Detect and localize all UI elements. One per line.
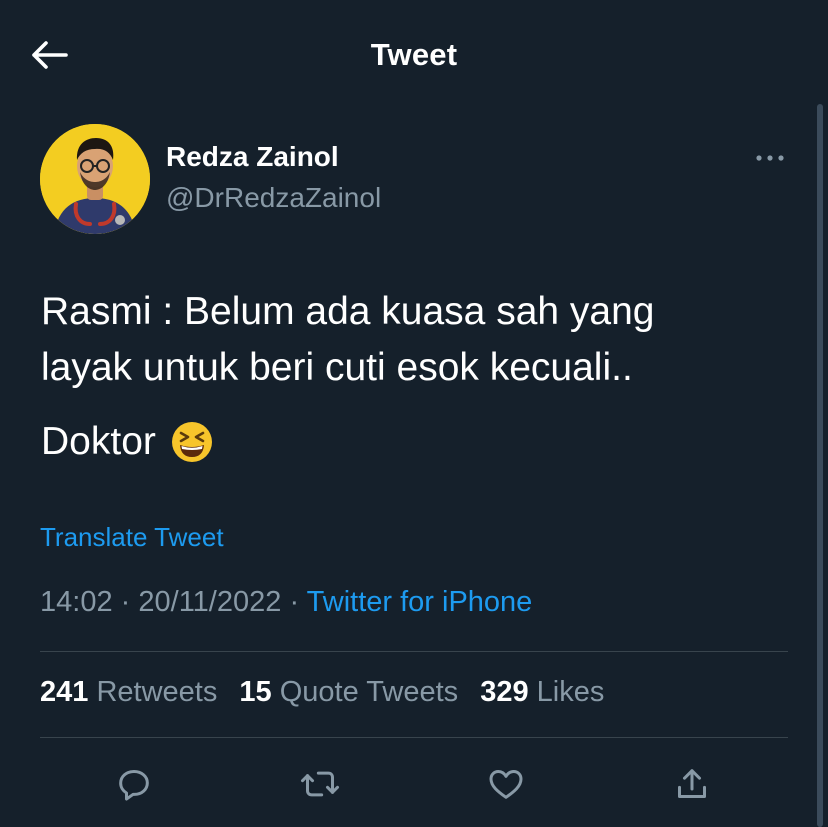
avatar[interactable] <box>40 124 150 234</box>
tweet-time: 14:02 <box>40 586 113 618</box>
tweet-text-line: Doktor <box>41 414 214 470</box>
author-display-name[interactable]: Redza Zainol <box>166 141 339 173</box>
translate-tweet-link[interactable]: Translate Tweet <box>40 522 224 553</box>
retweets-stat[interactable]: 241 Retweets <box>40 676 217 709</box>
more-horizontal-icon <box>756 155 784 161</box>
tweet-text-line: layak untuk beri cuti esok kecuali.. <box>41 346 633 389</box>
tweet-stats: 241 Retweets 15 Quote Tweets 329 Likes <box>40 676 618 709</box>
quote-tweets-label: Quote Tweets <box>279 676 459 708</box>
tweet-date: 20/11/2022 <box>138 586 282 618</box>
top-bar: Tweet <box>0 0 828 110</box>
tweet-text-word: Doktor <box>41 420 156 463</box>
heart-icon <box>489 770 523 799</box>
share-icon <box>678 769 706 798</box>
reply-icon <box>119 770 149 801</box>
scrollbar[interactable] <box>817 104 823 827</box>
likes-label: Likes <box>536 676 605 708</box>
avatar-portrait <box>40 124 150 234</box>
reply-button[interactable] <box>112 762 156 806</box>
retweet-button[interactable] <box>298 762 342 806</box>
retweets-count: 241 <box>40 676 89 708</box>
share-button[interactable] <box>670 762 714 806</box>
quote-tweets-count: 15 <box>239 676 272 708</box>
grinning-squinting-face-icon <box>171 422 212 462</box>
tweet-meta: 14:02 · 20/11/2022 · Twitter for iPhone <box>40 586 532 619</box>
retweet-icon <box>301 771 339 797</box>
divider <box>40 737 788 738</box>
page-title: Tweet <box>370 37 458 72</box>
tweet-text-line: Rasmi : Belum ada kuasa sah yang <box>41 290 655 333</box>
tweet-text: Rasmi : Belum ada kuasa sah yang layak u… <box>41 284 801 396</box>
tweet-actions <box>0 762 828 806</box>
author-handle[interactable]: @DrRedzaZainol <box>166 182 381 214</box>
meta-separator: · <box>120 586 131 618</box>
meta-separator: · <box>289 586 300 618</box>
quote-tweets-stat[interactable]: 15 Quote Tweets <box>239 676 458 709</box>
more-options-button[interactable] <box>752 146 788 170</box>
divider <box>40 651 788 652</box>
retweets-label: Retweets <box>96 676 218 708</box>
tweet-source-link[interactable]: Twitter for iPhone <box>307 586 533 618</box>
like-button[interactable] <box>484 762 528 806</box>
likes-stat[interactable]: 329 Likes <box>480 676 604 709</box>
likes-count: 329 <box>480 676 529 708</box>
